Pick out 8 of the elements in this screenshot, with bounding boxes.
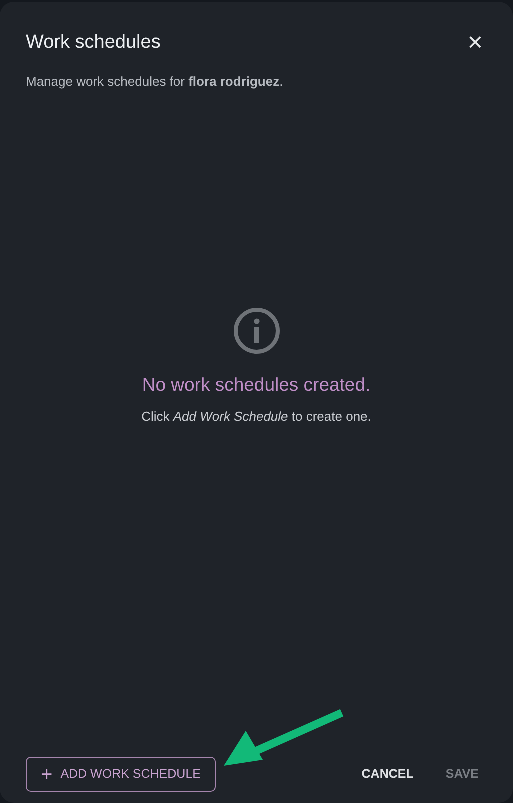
close-button[interactable]: × (464, 29, 487, 55)
dialog-subtitle: Manage work schedules for flora rodriguez. (25, 72, 284, 91)
action-button[interactable]: CANCEL (354, 759, 422, 790)
empty-state-heading: No work schedules created. (142, 373, 371, 397)
add-work-schedule-button[interactable]: + ADD WORK SCHEDULE (26, 757, 216, 792)
info-icon (232, 307, 280, 355)
empty-state-hint: Click Add Work Schedule to create one. (142, 408, 372, 426)
dialog-title: Work schedules (26, 31, 161, 55)
